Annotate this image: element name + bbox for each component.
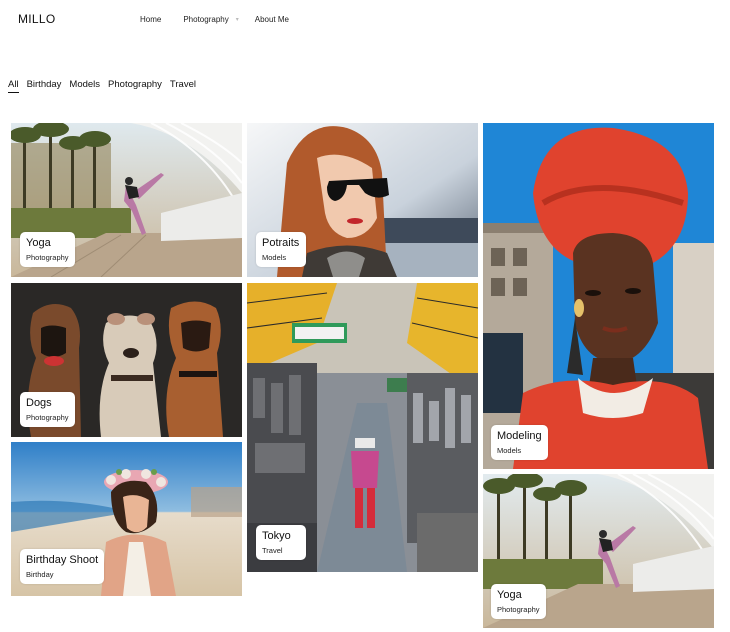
gallery-item-potraits[interactable]: Potraits Models	[247, 123, 478, 277]
gallery-caption: Tokyo Travel	[256, 525, 306, 560]
gallery-caption: Modeling Models	[491, 425, 548, 460]
gallery-item-title: Tokyo	[262, 530, 291, 542]
gallery-item-yoga-2[interactable]: Yoga Photography	[483, 474, 714, 628]
gallery-item-title: Potraits	[262, 237, 300, 249]
gallery-item-category: Travel	[262, 546, 283, 555]
gallery-item-title: Dogs	[26, 397, 52, 409]
filter-models[interactable]: Models	[69, 79, 100, 93]
gallery-caption: Yoga Photography	[20, 232, 75, 267]
nav-item-photography[interactable]: Photography	[183, 15, 228, 24]
main-nav: Home Photography ▾ About Me	[140, 15, 289, 24]
gallery-item-yoga[interactable]: Yoga Photography	[11, 123, 242, 277]
gallery-caption: Birthday Shoot Birthday	[20, 549, 105, 584]
gallery-item-title: Birthday Shoot	[26, 554, 99, 566]
nav-item-home[interactable]: Home	[140, 15, 161, 24]
filter-birthday[interactable]: Birthday	[27, 79, 62, 93]
gallery-item-title: Yoga	[26, 237, 51, 249]
site-logo[interactable]: MILLO	[18, 12, 56, 26]
gallery-item-category: Models	[262, 253, 287, 262]
filter-photography[interactable]: Photography	[108, 79, 162, 93]
gallery-item-category: Birthday	[26, 570, 54, 579]
filter-all[interactable]: All	[8, 79, 19, 93]
gallery-caption: Yoga Photography	[491, 584, 546, 619]
filter-travel[interactable]: Travel	[170, 79, 196, 93]
site-header: MILLO Home Photography ▾ About Me	[0, 0, 730, 40]
gallery-caption: Dogs Photography	[20, 392, 75, 427]
gallery-item-category: Photography	[26, 413, 69, 422]
gallery-item-category: Photography	[26, 253, 69, 262]
gallery-item-title: Yoga	[497, 589, 522, 601]
gallery-item-dogs[interactable]: Dogs Photography	[11, 283, 242, 437]
gallery-item-modeling[interactable]: Modeling Models	[483, 123, 714, 469]
gallery-item-category: Photography	[497, 605, 540, 614]
nav-item-about-me[interactable]: About Me	[255, 15, 289, 24]
gallery-item-category: Models	[497, 446, 522, 455]
gallery-item-tokyo[interactable]: Tokyo Travel	[247, 283, 478, 572]
gallery-caption: Potraits Models	[256, 232, 306, 267]
chevron-down-icon[interactable]: ▾	[236, 16, 239, 23]
gallery-item-title: Modeling	[497, 430, 542, 442]
gallery-item-birthday-shoot[interactable]: Birthday Shoot Birthday	[11, 442, 242, 596]
modeling-photo	[483, 123, 714, 469]
portfolio-filter-bar: All Birthday Models Photography Travel	[8, 79, 204, 93]
